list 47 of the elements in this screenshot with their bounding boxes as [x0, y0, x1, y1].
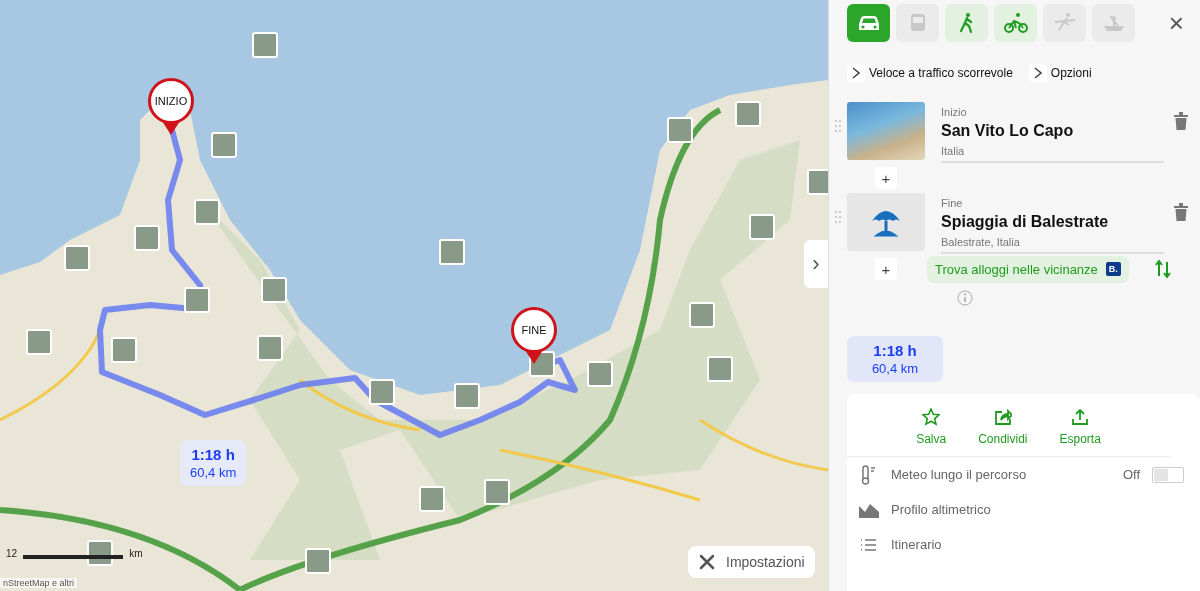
route-distance: 60,4 km	[190, 465, 237, 480]
share-icon	[993, 408, 1012, 426]
route-duration: 1:18 h	[190, 446, 236, 463]
export-button[interactable]: Esporta	[1059, 408, 1101, 446]
upload-icon	[1071, 408, 1090, 426]
scale-number: 12	[6, 548, 18, 559]
chevron-icon	[1033, 67, 1042, 79]
add-stop-button[interactable]: +	[875, 258, 897, 280]
drag-handle-icon[interactable]	[835, 120, 841, 132]
travel-mode-tab[interactable]	[847, 4, 890, 42]
scale-unit: km	[129, 548, 143, 559]
toggle-state: Off	[1122, 467, 1140, 482]
stop-place: Italia	[941, 145, 966, 157]
stop-name[interactable]: Spiaggia di Balestrate	[941, 213, 1164, 231]
route-distance: 60,4 km	[870, 361, 920, 376]
settings-button[interactable]: Impostazioni	[688, 546, 815, 578]
list-option[interactable]: Itinerario	[891, 537, 1184, 552]
chevron-icon	[852, 67, 860, 79]
star-icon	[922, 408, 941, 426]
share-button[interactable]: Condividi	[978, 408, 1028, 446]
pin-pointer-icon	[525, 350, 543, 364]
weather-option[interactable]: Meteo lungo il percorso	[891, 467, 1111, 482]
add-stop-button[interactable]: +	[875, 167, 897, 189]
trash-icon[interactable]	[1174, 112, 1188, 130]
drag-handle-icon[interactable]	[835, 211, 841, 223]
stop-role: Inizio	[941, 106, 968, 118]
booking-badge: B.	[1105, 262, 1121, 276]
stop-name[interactable]: San Vito Lo Capo	[941, 122, 1164, 140]
stop-place: Balestrate, Italia	[941, 236, 1021, 248]
lodging-button[interactable]: Trova alloggi nelle vicinanze B.	[927, 255, 1129, 283]
route-duration: 1:18 h	[872, 342, 918, 359]
map-attribution: nStreetMap e altri	[0, 578, 78, 588]
close-button[interactable]: ×	[1164, 7, 1188, 39]
pin-pointer-icon	[162, 121, 180, 135]
cyclist-icon	[1001, 10, 1030, 36]
save-button[interactable]: Salva	[916, 408, 947, 446]
panel-toggle[interactable]: ›	[804, 240, 828, 288]
travel-mode-tab[interactable]	[994, 4, 1037, 42]
stop-role: Fine	[941, 197, 964, 209]
swap-icon[interactable]	[1154, 260, 1171, 278]
trash-icon[interactable]	[1174, 203, 1188, 221]
info-icon[interactable]	[957, 290, 973, 306]
profile-option[interactable]: Profilo altimetrico	[891, 502, 1184, 517]
option-link[interactable]: Veloce a traffico scorrevole	[847, 64, 1013, 82]
travel-mode-tab[interactable]	[945, 4, 988, 42]
weather-toggle[interactable]	[1152, 466, 1184, 483]
option-link[interactable]: Opzioni	[1028, 64, 1092, 82]
